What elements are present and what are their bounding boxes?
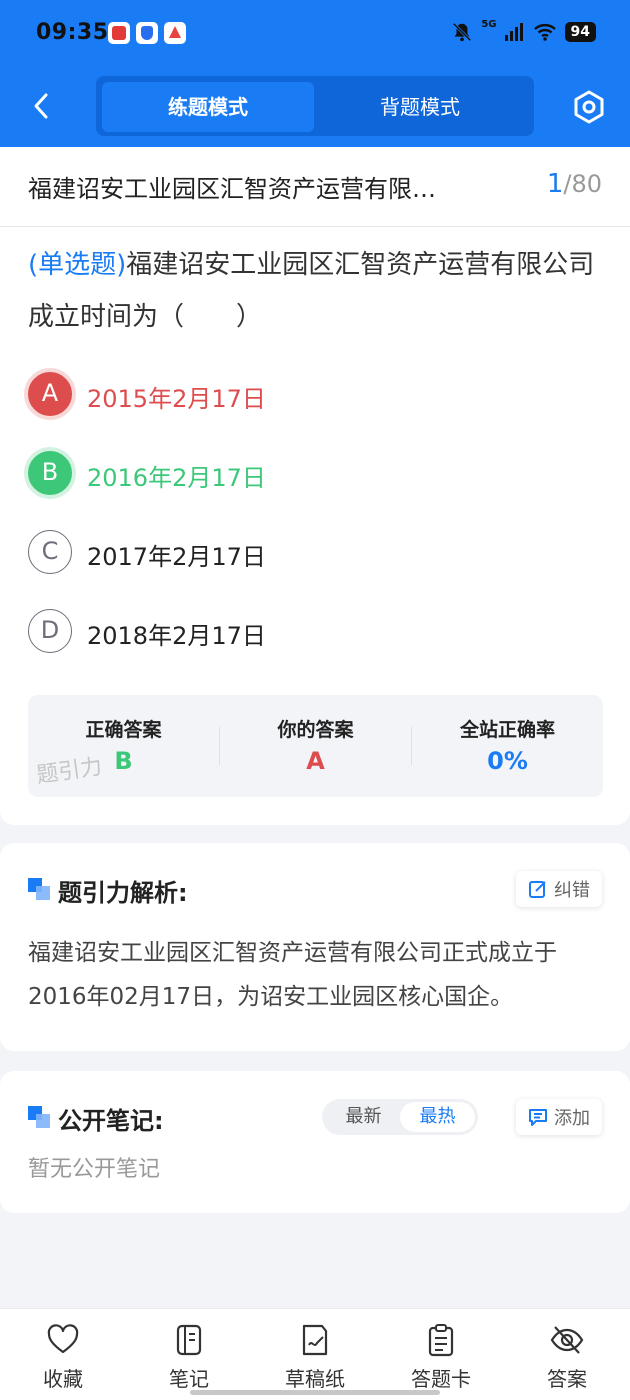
notebook-icon xyxy=(176,1324,202,1356)
add-note-button[interactable]: 添加 xyxy=(516,1099,602,1135)
option-text: 2016年2月17日 xyxy=(87,464,266,492)
notification-icons xyxy=(108,22,186,44)
analysis-text: 福建诏安工业园区汇智资产运营有限公司正式成立于2016年02月17日，为诏安工业… xyxy=(28,940,557,1010)
tab-practice-mode[interactable]: 练题模式 xyxy=(102,82,314,132)
report-error-label: 纠错 xyxy=(554,880,590,901)
stat-label: 你的答案 xyxy=(277,719,354,741)
top-bar: 09:35 5G 94 练题模式 背题模式 xyxy=(0,0,630,147)
status-time: 09:35 xyxy=(36,20,109,45)
app-notification-icon xyxy=(108,22,130,44)
notes-button[interactable]: 笔记 xyxy=(139,1323,239,1392)
draft-paper-label: 草稿纸 xyxy=(285,1367,345,1391)
current-index: 1 xyxy=(546,169,564,199)
answer-sheet-button[interactable]: 答题卡 xyxy=(391,1323,491,1392)
eye-off-icon xyxy=(550,1326,584,1354)
empty-notes-text: 暂无公开笔记 xyxy=(28,1157,161,1182)
question-counter: 1/80 xyxy=(547,169,602,199)
stat-label: 正确答案 xyxy=(85,719,162,741)
bottom-toolbar: 收藏 笔记 草稿纸 答题卡 答案 xyxy=(0,1308,630,1400)
shield-app-icon xyxy=(136,22,158,44)
battery-indicator: 94 xyxy=(564,22,596,42)
question-text: (单选题)福建诏安工业园区汇智资产运营有限公司成立时间为（ ） xyxy=(28,239,608,343)
notes-title: 公开笔记: xyxy=(58,1107,164,1135)
status-bar: 09:35 5G 94 xyxy=(0,0,630,68)
back-arrow-icon[interactable] xyxy=(28,90,56,122)
add-note-label: 添加 xyxy=(554,1108,590,1129)
report-error-button[interactable]: 纠错 xyxy=(516,871,602,907)
analysis-card: 题引力解析: 纠错 福建诏安工业园区汇智资产运营有限公司正式成立于2016年02… xyxy=(0,843,630,1051)
stat-label: 全站正确率 xyxy=(459,719,555,741)
notes-label: 笔记 xyxy=(169,1367,209,1391)
option-text: 2015年2月17日 xyxy=(87,385,266,413)
comment-icon xyxy=(529,1109,547,1126)
option-text: 2018年2月17日 xyxy=(87,622,266,650)
show-answer-button[interactable]: 答案 xyxy=(517,1323,617,1392)
section-icon xyxy=(28,1106,50,1128)
option-c[interactable]: C 2017年2月17日 xyxy=(28,527,588,577)
stat-value: A xyxy=(306,747,325,775)
edit-icon xyxy=(529,881,546,898)
option-letter: C xyxy=(28,530,72,574)
sort-latest[interactable]: 最新 xyxy=(326,1102,401,1132)
stat-your-answer: 你的答案 A xyxy=(220,695,411,797)
draft-paper-button[interactable]: 草稿纸 xyxy=(265,1323,365,1392)
settings-icon[interactable] xyxy=(572,90,606,124)
analysis-title: 题引力解析: xyxy=(58,879,188,907)
status-indicators: 5G 94 xyxy=(451,18,596,43)
option-d[interactable]: D 2018年2月17日 xyxy=(28,606,588,656)
question-title: 福建诏安工业园区汇智资产运营有限… xyxy=(28,175,436,203)
public-notes-card: 公开笔记: 最新 最热 添加 暂无公开笔记 xyxy=(0,1071,630,1213)
heart-icon xyxy=(47,1324,79,1354)
stat-correct-answer: 正确答案 B 题引力 xyxy=(28,695,219,797)
option-b[interactable]: B 2016年2月17日 xyxy=(28,448,588,498)
home-indicator xyxy=(190,1390,440,1395)
wifi-icon xyxy=(533,24,556,41)
app-alert-icon xyxy=(164,22,186,44)
signal-icon xyxy=(504,23,523,41)
favorite-button[interactable]: 收藏 xyxy=(13,1323,113,1392)
option-letter: A xyxy=(28,372,72,416)
nav-bar: 练题模式 背题模式 xyxy=(0,74,630,138)
sort-hot[interactable]: 最热 xyxy=(400,1102,475,1132)
answer-sheet-label: 答题卡 xyxy=(411,1367,471,1391)
stat-value: 0% xyxy=(487,747,528,775)
option-text: 2017年2月17日 xyxy=(87,543,266,571)
total-count: /80 xyxy=(563,170,602,198)
favorite-label: 收藏 xyxy=(43,1367,83,1391)
stat-accuracy-rate: 全站正确率 0% xyxy=(412,695,603,797)
question-title-row: 福建诏安工业园区汇智资产运营有限… 1/80 xyxy=(0,147,630,227)
bell-off-icon xyxy=(453,22,472,42)
draft-icon xyxy=(302,1324,328,1356)
network-label: 5G xyxy=(481,18,497,30)
answer-sheet-icon xyxy=(428,1324,454,1357)
question-card: 福建诏安工业园区汇智资产运营有限… 1/80 (单选题)福建诏安工业园区汇智资产… xyxy=(0,147,630,825)
answer-stats: 正确答案 B 题引力 你的答案 A 全站正确率 0% xyxy=(28,695,603,797)
mode-switch: 练题模式 背题模式 xyxy=(96,76,534,136)
option-a[interactable]: A 2015年2月17日 xyxy=(28,369,588,419)
section-icon xyxy=(28,878,50,900)
show-answer-label: 答案 xyxy=(547,1367,587,1391)
notes-sort-toggle: 最新 最热 xyxy=(322,1099,478,1135)
tab-memorize-mode[interactable]: 背题模式 xyxy=(314,82,526,132)
option-letter: D xyxy=(28,609,72,653)
option-letter: B xyxy=(28,451,72,495)
question-type: (单选题) xyxy=(28,250,127,280)
